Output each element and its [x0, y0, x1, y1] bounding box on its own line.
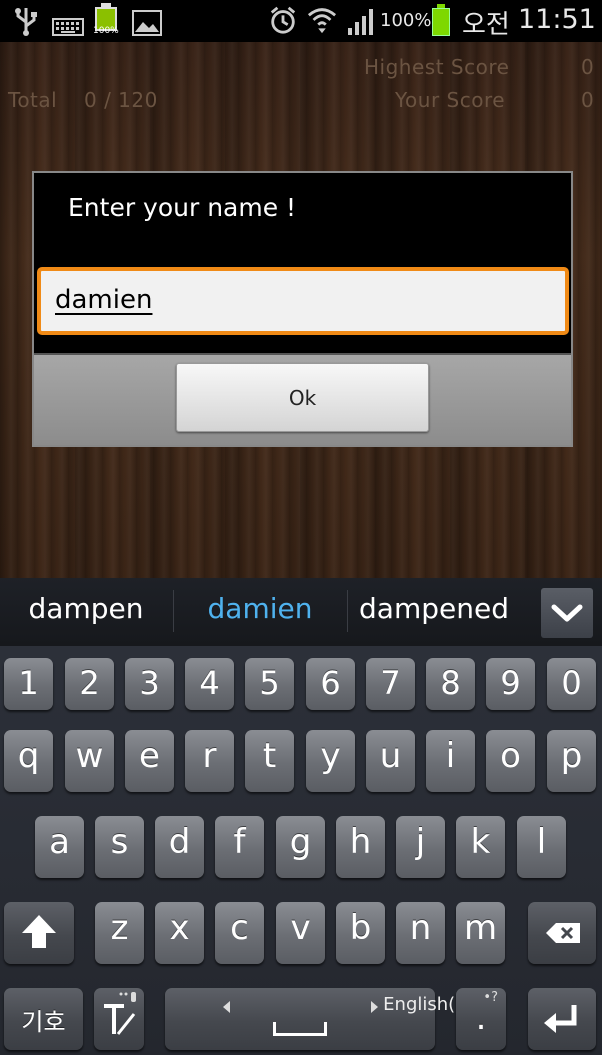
suggestion-bar: dampen damien dampened	[0, 578, 602, 646]
key-0[interactable]: 0	[547, 658, 596, 710]
key-9[interactable]: 9	[486, 658, 535, 710]
key-k[interactable]: k	[456, 816, 505, 878]
chevron-down-icon	[551, 604, 583, 622]
wifi-icon	[307, 8, 337, 34]
key-p[interactable]: p	[547, 730, 596, 792]
backspace-icon	[546, 923, 580, 943]
key-8[interactable]: 8	[426, 658, 475, 710]
key-m[interactable]: m	[456, 902, 505, 964]
name-input[interactable]: damien	[37, 267, 569, 335]
key-5[interactable]: 5	[245, 658, 294, 710]
key-t[interactable]: t	[245, 730, 294, 792]
collapse-suggestions-button[interactable]	[541, 588, 593, 638]
ok-button[interactable]: Ok	[176, 363, 429, 432]
keyboard-icon	[52, 18, 84, 36]
gallery-icon	[132, 10, 162, 36]
battery-small-label: 100%	[93, 26, 119, 36]
usb-icon	[15, 8, 37, 36]
key-n[interactable]: n	[396, 902, 445, 964]
highest-score-label: Highest Score	[364, 55, 510, 79]
key-v[interactable]: v	[276, 902, 325, 964]
key-a[interactable]: a	[35, 816, 84, 878]
key-x[interactable]: x	[155, 902, 204, 964]
total-label: Total	[8, 88, 58, 112]
text-tools-key[interactable]	[94, 988, 144, 1050]
key-o[interactable]: o	[486, 730, 535, 792]
keyboard: 1 2 3 4 5 6 7 8 9 0 q w e r t y u i o p …	[0, 646, 602, 1055]
signal-icon	[348, 9, 373, 35]
key-y[interactable]: y	[306, 730, 355, 792]
key-d[interactable]: d	[155, 816, 204, 878]
dialog-title: Enter your name !	[68, 193, 297, 222]
total-value: 0 / 120	[84, 88, 158, 112]
battery-percent: 100%	[380, 10, 432, 31]
key-1[interactable]: 1	[4, 658, 53, 710]
key-b[interactable]: b	[336, 902, 385, 964]
period-label: .	[475, 998, 487, 1038]
language-right-arrow-icon	[371, 1001, 378, 1013]
name-dialog: Enter your name ! damien Ok	[32, 171, 573, 447]
space-key[interactable]: English(US)	[165, 988, 487, 1050]
suggestion-item[interactable]: dampen	[0, 592, 172, 625]
language-left-arrow-icon	[223, 1001, 230, 1013]
enter-key[interactable]	[528, 988, 596, 1050]
shift-key[interactable]	[4, 902, 74, 964]
backspace-key[interactable]	[528, 902, 596, 964]
key-z[interactable]: z	[95, 902, 144, 964]
key-h[interactable]: h	[336, 816, 385, 878]
key-q[interactable]: q	[4, 730, 53, 792]
suggestion-item[interactable]: dampened	[348, 592, 520, 625]
highest-score-value: 0	[581, 55, 595, 79]
ampm-label: 오전	[462, 10, 510, 40]
key-7[interactable]: 7	[366, 658, 415, 710]
text-input-mic-icon	[104, 992, 136, 1035]
ok-button-label: Ok	[288, 386, 317, 410]
your-score-label: Your Score	[395, 88, 506, 112]
key-i[interactable]: i	[426, 730, 475, 792]
key-l[interactable]: l	[517, 816, 566, 878]
key-r[interactable]: r	[185, 730, 234, 792]
clock: 11:51	[518, 4, 596, 35]
symbols-label: 기호	[21, 1008, 66, 1036]
period-key[interactable]: •? .	[456, 988, 506, 1050]
key-w[interactable]: w	[65, 730, 114, 792]
alarm-icon	[270, 6, 296, 34]
key-4[interactable]: 4	[185, 658, 234, 710]
symbols-key[interactable]: 기호	[4, 988, 83, 1050]
key-2[interactable]: 2	[65, 658, 114, 710]
name-input-value: damien	[55, 285, 153, 315]
key-e[interactable]: e	[125, 730, 174, 792]
shift-icon	[22, 915, 56, 948]
key-s[interactable]: s	[95, 816, 144, 878]
key-c[interactable]: c	[215, 902, 264, 964]
key-j[interactable]: j	[396, 816, 445, 878]
status-bar: 100% 100% 오전 11:51	[0, 0, 602, 42]
key-f[interactable]: f	[215, 816, 264, 878]
your-score-value: 0	[581, 88, 595, 112]
space-icon	[273, 1022, 327, 1036]
key-g[interactable]: g	[276, 816, 325, 878]
suggestion-item-active[interactable]: damien	[174, 592, 346, 625]
enter-icon	[544, 1005, 577, 1033]
battery-icon	[432, 8, 450, 36]
dialog-button-bar: Ok	[34, 353, 571, 445]
key-u[interactable]: u	[366, 730, 415, 792]
key-6[interactable]: 6	[306, 658, 355, 710]
key-3[interactable]: 3	[125, 658, 174, 710]
